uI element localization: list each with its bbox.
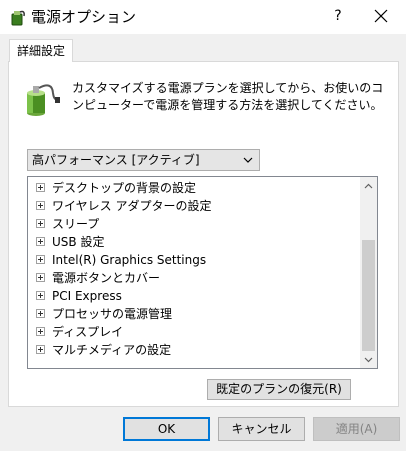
chevron-down-icon bbox=[243, 157, 253, 163]
tree-item-label: USB 設定 bbox=[52, 235, 105, 249]
ok-button[interactable]: OK bbox=[123, 417, 210, 441]
scrollbar-thumb[interactable] bbox=[362, 240, 375, 351]
tree-item-label: Intel(R) Graphics Settings bbox=[52, 253, 207, 267]
expand-icon[interactable] bbox=[36, 183, 45, 192]
expand-icon[interactable] bbox=[36, 309, 45, 318]
description-text: カスタマイズする電源プランを選択してから、お使いのコンピューターで電源を管理する… bbox=[72, 81, 384, 112]
expand-icon[interactable] bbox=[36, 237, 45, 246]
tree-item-label: プロセッサの電源管理 bbox=[52, 307, 173, 321]
tree-item-intel-graphics[interactable]: Intel(R) Graphics Settings bbox=[28, 251, 358, 269]
expand-icon[interactable] bbox=[36, 273, 45, 282]
tree-item-sleep[interactable]: スリープ bbox=[28, 215, 358, 233]
tree-item-label: 電源ボタンとカバー bbox=[52, 271, 161, 285]
power-plan-select[interactable]: 高パフォーマンス [アクティブ] bbox=[27, 149, 260, 171]
help-button[interactable]: ? bbox=[326, 4, 350, 28]
scroll-down-button[interactable] bbox=[360, 351, 377, 368]
cancel-button[interactable]: キャンセル bbox=[218, 417, 305, 441]
tree-item-label: スリープ bbox=[52, 217, 100, 231]
restore-default-plan-button[interactable]: 既定のプランの復元(R) bbox=[207, 379, 351, 400]
close-button[interactable] bbox=[364, 4, 398, 28]
tree-item-display[interactable]: ディスプレイ bbox=[28, 323, 358, 341]
vertical-scrollbar[interactable] bbox=[360, 177, 377, 368]
expand-icon[interactable] bbox=[36, 255, 45, 264]
expand-icon[interactable] bbox=[36, 291, 45, 300]
power-options-icon bbox=[9, 8, 27, 26]
chevron-up-icon bbox=[364, 183, 373, 189]
tree-item-wireless-adapter[interactable]: ワイヤレス アダプターの設定 bbox=[28, 197, 358, 215]
tree-item-label: ディスプレイ bbox=[52, 325, 124, 339]
battery-icon bbox=[22, 79, 62, 119]
close-icon bbox=[374, 9, 388, 23]
tree-item-label: デスクトップの背景の設定 bbox=[52, 181, 197, 195]
scroll-up-button[interactable] bbox=[360, 177, 377, 194]
tree-item-label: マルチメディアの設定 bbox=[52, 343, 172, 357]
expand-icon[interactable] bbox=[36, 345, 45, 354]
tree-item-pci-express[interactable]: PCI Express bbox=[28, 287, 358, 305]
chevron-down-icon bbox=[364, 357, 373, 363]
settings-tree[interactable]: デスクトップの背景の設定 ワイヤレス アダプターの設定 スリープ USB 設定 … bbox=[27, 176, 378, 369]
tree-item-desktop-background[interactable]: デスクトップの背景の設定 bbox=[28, 179, 358, 197]
tree-item-multimedia[interactable]: マルチメディアの設定 bbox=[28, 341, 358, 359]
power-plan-value: 高パフォーマンス [アクティブ] bbox=[32, 153, 200, 167]
tree-item-processor-power[interactable]: プロセッサの電源管理 bbox=[28, 305, 358, 323]
tree-item-usb[interactable]: USB 設定 bbox=[28, 233, 358, 251]
tree-item-label: ワイヤレス アダプターの設定 bbox=[52, 199, 212, 213]
power-options-dialog: 電源オプション ? 詳細設定 カスタマイズする電源プランを選択してから、お使いの… bbox=[0, 0, 406, 451]
window-title: 電源オプション bbox=[31, 8, 137, 26]
expand-icon[interactable] bbox=[36, 201, 45, 210]
tree-item-power-buttons[interactable]: 電源ボタンとカバー bbox=[28, 269, 358, 287]
apply-button[interactable]: 適用(A) bbox=[313, 417, 400, 441]
expand-icon[interactable] bbox=[36, 219, 45, 228]
tab-advanced-settings[interactable]: 詳細設定 bbox=[9, 39, 73, 62]
title-bar[interactable]: 電源オプション ? bbox=[0, 0, 406, 34]
expand-icon[interactable] bbox=[36, 327, 45, 336]
tree-item-label: PCI Express bbox=[52, 289, 122, 303]
